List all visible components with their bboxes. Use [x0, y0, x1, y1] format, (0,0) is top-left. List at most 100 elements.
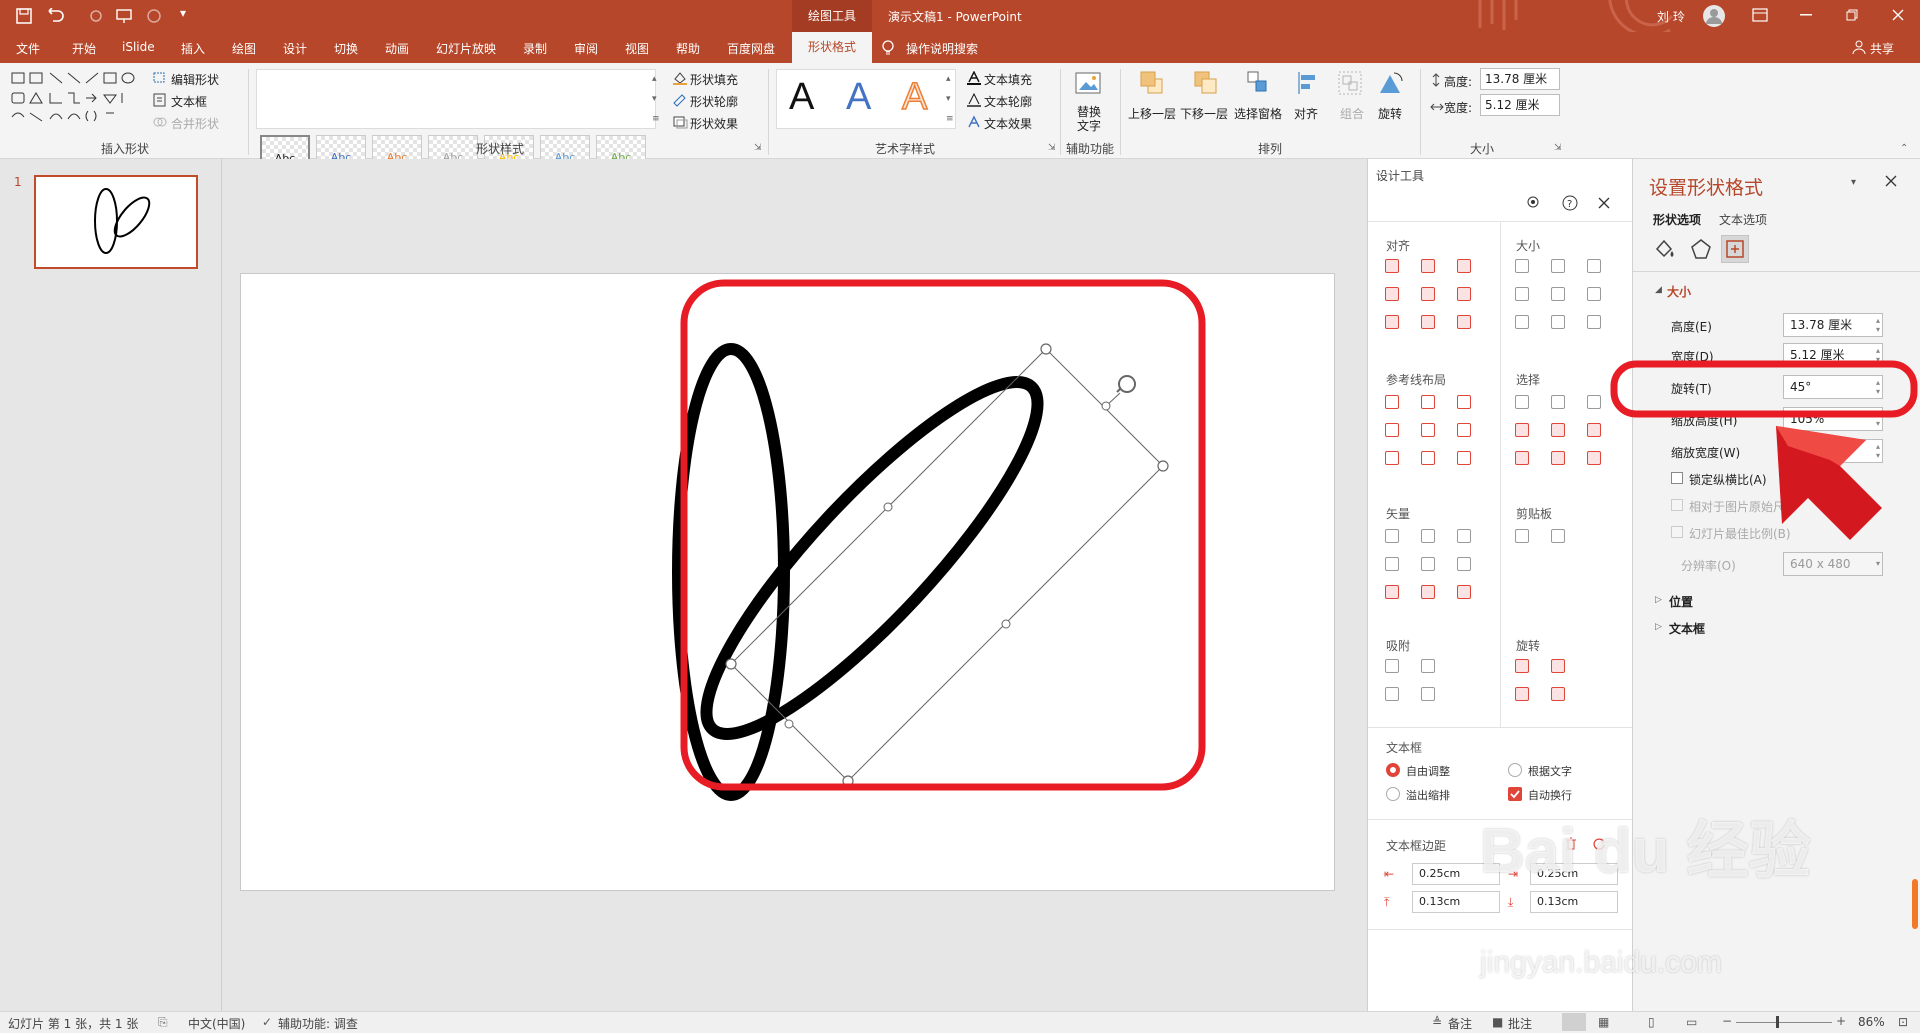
design-tool-icon[interactable] [1457, 585, 1471, 599]
avatar[interactable] [1702, 4, 1726, 28]
design-tool-icon[interactable] [1457, 557, 1471, 571]
close-format-panel-icon[interactable] [1885, 175, 1897, 187]
accessibility-status[interactable]: 辅助功能: 调查 [278, 1015, 358, 1032]
pin-icon[interactable] [1526, 195, 1540, 209]
design-tool-icon[interactable] [1385, 395, 1399, 409]
fit-slide-icon[interactable]: ⊡ [1898, 1015, 1908, 1029]
design-tool-icon[interactable] [1457, 423, 1471, 437]
scrollbar-thumb[interactable] [1912, 879, 1918, 929]
design-tool-icon[interactable] [1515, 451, 1529, 465]
design-tool-icon[interactable] [1515, 423, 1529, 437]
slideshow-view-icon[interactable]: ▭ [1686, 1015, 1697, 1029]
normal-view-icon[interactable] [1562, 1013, 1586, 1031]
language-indicator[interactable]: 中文(中国) [188, 1015, 245, 1032]
dialog-launcher-icon[interactable]: ⇲ [1554, 143, 1562, 153]
close-design-panel-icon[interactable] [1598, 197, 1610, 209]
design-tool-icon[interactable] [1421, 529, 1435, 543]
design-tool-icon[interactable] [1421, 659, 1435, 673]
design-tool-icon[interactable] [1551, 423, 1565, 437]
zoom-level[interactable]: 86% [1858, 1015, 1885, 1029]
design-tool-icon[interactable] [1385, 259, 1399, 273]
height-input[interactable]: 13.78 厘米 [1480, 68, 1560, 90]
notes-icon[interactable]: ≜ [1432, 1015, 1442, 1029]
reading-view-icon[interactable]: ▯ [1648, 1015, 1655, 1029]
zoom-slider[interactable] [1736, 1022, 1832, 1023]
close-icon[interactable] [1892, 9, 1904, 21]
design-tool-icon[interactable] [1385, 315, 1399, 329]
rotate-button[interactable]: 旋转 [1378, 105, 1402, 122]
share-icon[interactable] [1852, 40, 1866, 54]
design-tool-icon[interactable] [1421, 585, 1435, 599]
design-tool-icon[interactable] [1457, 287, 1471, 301]
design-tool-icon[interactable] [1421, 557, 1435, 571]
design-tool-icon[interactable] [1385, 287, 1399, 301]
design-tool-icon[interactable] [1421, 451, 1435, 465]
section-position-header[interactable]: 位置 [1669, 593, 1693, 610]
design-tool-icon[interactable] [1385, 451, 1399, 465]
design-tool-icon[interactable] [1385, 529, 1399, 543]
share-button[interactable]: 共享 [1870, 40, 1894, 57]
help-icon[interactable]: ? [1562, 195, 1578, 211]
effects-icon[interactable] [1689, 237, 1713, 261]
design-tool-icon[interactable] [1551, 315, 1565, 329]
radio-overflow[interactable] [1386, 787, 1400, 801]
comments-button[interactable]: 批注 [1508, 1015, 1532, 1032]
collapse-ribbon-icon[interactable]: ⌃ [1900, 143, 1908, 154]
design-tool-icon[interactable] [1421, 687, 1435, 701]
fill-line-icon[interactable] [1653, 237, 1677, 261]
collapse-icon[interactable]: ◢ [1655, 285, 1662, 295]
comments-icon[interactable]: ■ [1492, 1015, 1503, 1029]
panel-options-icon[interactable]: ▾ [1851, 177, 1856, 188]
slide-sorter-icon[interactable]: ▦ [1598, 1015, 1609, 1029]
design-tool-icon[interactable] [1457, 451, 1471, 465]
design-tool-icon[interactable] [1385, 585, 1399, 599]
design-tool-icon[interactable] [1587, 451, 1601, 465]
design-tool-icon[interactable] [1385, 687, 1399, 701]
design-tool-icon[interactable] [1515, 529, 1529, 543]
rotate-icon[interactable] [1376, 69, 1404, 97]
design-tool-icon[interactable] [1551, 259, 1565, 273]
design-tool-icon[interactable] [1515, 287, 1529, 301]
design-tool-icon[interactable] [1551, 395, 1565, 409]
tab-text-options[interactable]: 文本选项 [1719, 211, 1767, 228]
design-tool-icon[interactable] [1551, 287, 1565, 301]
section-textbox-header[interactable]: 文本框 [1669, 620, 1705, 637]
design-tool-icon[interactable] [1551, 659, 1565, 673]
design-tool-icon[interactable] [1515, 659, 1529, 673]
design-tool-icon[interactable] [1587, 423, 1601, 437]
expand-icon[interactable]: ▷ [1655, 595, 1662, 605]
spelling-icon[interactable]: ⎘ [158, 1015, 168, 1030]
radio-auto-adjust[interactable] [1386, 763, 1400, 777]
ribbon-display-icon[interactable] [1752, 8, 1768, 22]
tab-shape-options[interactable]: 形状选项 [1653, 211, 1701, 228]
design-tool-icon[interactable] [1515, 687, 1529, 701]
margin-bottom-input[interactable]: 0.13cm [1530, 891, 1618, 913]
design-tool-icon[interactable] [1421, 423, 1435, 437]
design-tool-icon[interactable] [1551, 451, 1565, 465]
design-tool-icon[interactable] [1385, 557, 1399, 571]
zoom-out-icon[interactable]: − [1722, 1014, 1732, 1028]
radio-fit-text[interactable] [1508, 763, 1522, 777]
expand-icon[interactable]: ▷ [1655, 622, 1662, 632]
minimize-icon[interactable] [1800, 14, 1812, 16]
design-tool-icon[interactable] [1515, 259, 1529, 273]
design-tool-icon[interactable] [1551, 529, 1565, 543]
design-tool-icon[interactable] [1587, 259, 1601, 273]
design-tool-icon[interactable] [1385, 659, 1399, 673]
width-input[interactable]: 5.12 厘米 [1480, 94, 1560, 116]
design-tool-icon[interactable] [1515, 315, 1529, 329]
margin-top-input[interactable]: 0.13cm [1412, 891, 1500, 913]
zoom-slider-thumb[interactable] [1776, 1016, 1779, 1028]
design-tool-icon[interactable] [1551, 687, 1565, 701]
restore-icon[interactable] [1846, 9, 1858, 21]
notes-button[interactable]: 备注 [1448, 1015, 1472, 1032]
design-tool-icon[interactable] [1457, 395, 1471, 409]
design-tool-icon[interactable] [1385, 423, 1399, 437]
checkbox-auto-wrap[interactable] [1508, 787, 1522, 801]
design-tool-icon[interactable] [1457, 529, 1471, 543]
design-tool-icon[interactable] [1587, 315, 1601, 329]
design-tool-icon[interactable] [1421, 259, 1435, 273]
design-tool-icon[interactable] [1457, 259, 1471, 273]
accessibility-icon[interactable]: ✓ [262, 1015, 272, 1029]
design-tool-icon[interactable] [1457, 315, 1471, 329]
